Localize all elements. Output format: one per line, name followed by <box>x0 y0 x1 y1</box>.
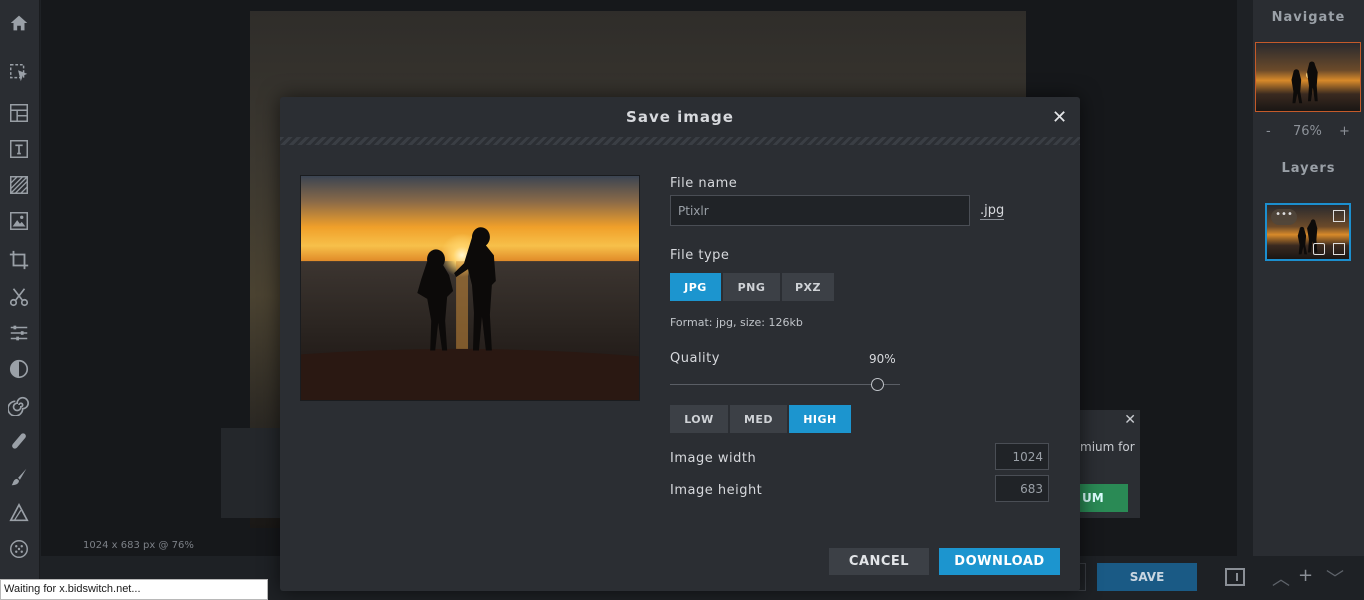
home-icon[interactable] <box>6 10 32 36</box>
layers-title: Layers <box>1281 161 1336 176</box>
healing-icon[interactable] <box>6 428 32 454</box>
shape-icon[interactable] <box>6 500 32 526</box>
chevron-down-icon[interactable]: ﹀ <box>1326 565 1344 591</box>
navigator-thumbnail[interactable] <box>1255 42 1361 112</box>
left-toolbar <box>0 0 40 600</box>
filter-icon[interactable] <box>6 356 32 382</box>
add-layer-icon[interactable]: + <box>1298 565 1313 586</box>
file-name-label: File name <box>670 176 738 191</box>
format-info: Format: jpg, size: 126kb <box>670 316 803 329</box>
right-panel: Navigate - 76% + Layers ••• <box>1253 0 1364 556</box>
ad-placeholder <box>221 428 281 518</box>
browser-status-bar: Waiting for x.bidswitch.net... <box>0 579 268 600</box>
promo-text: mium for <box>1080 440 1135 454</box>
panel-toggle-icon[interactable] <box>1225 568 1245 586</box>
navigator-silhouette <box>1291 61 1318 104</box>
save-button[interactable]: SAVE <box>1097 563 1197 591</box>
layer-options-button[interactable]: ••• <box>1271 209 1297 225</box>
quality-low[interactable]: LOW <box>670 405 728 433</box>
liquify-icon[interactable] <box>6 392 32 418</box>
image-icon[interactable] <box>6 208 32 234</box>
quality-high[interactable]: HIGH <box>789 405 851 433</box>
file-type-jpg[interactable]: JPG <box>670 273 721 301</box>
quality-med[interactable]: MED <box>730 405 787 433</box>
quality-label: Quality <box>670 351 720 366</box>
file-type-label: File type <box>670 248 730 263</box>
close-icon[interactable]: ✕ <box>1052 107 1067 128</box>
image-width-label: Image width <box>670 451 757 466</box>
image-height-input[interactable] <box>995 475 1049 502</box>
navigate-title: Navigate <box>1271 10 1346 25</box>
cancel-button[interactable]: CANCEL <box>829 548 929 575</box>
promo-premium-button[interactable]: UM <box>1080 484 1128 512</box>
crop-icon[interactable] <box>6 247 32 273</box>
layer-visibility-checkbox[interactable] <box>1333 243 1345 255</box>
image-height-label: Image height <box>670 483 763 498</box>
dialog-divider <box>280 137 1080 145</box>
image-status-info: 1024 x 683 px @ 76% <box>83 540 194 551</box>
cutout-icon[interactable] <box>6 284 32 310</box>
image-width-input[interactable] <box>995 443 1049 470</box>
zoom-in-button[interactable]: + <box>1339 124 1350 139</box>
image-preview <box>300 175 640 401</box>
file-extension: .jpg <box>980 203 1005 220</box>
file-type-png[interactable]: PNG <box>723 273 780 301</box>
save-image-dialog: Save image ✕ File name Ptixlr .jpg File … <box>280 97 1080 591</box>
brush-icon[interactable] <box>6 464 32 490</box>
layer-image-icon <box>1333 210 1345 222</box>
chevron-up-icon[interactable]: ︿ <box>1272 565 1290 591</box>
grid-icon[interactable] <box>6 536 32 562</box>
file-type-pxz[interactable]: PXZ <box>782 273 834 301</box>
quality-slider-track[interactable] <box>670 384 900 385</box>
pattern-icon[interactable] <box>6 172 32 198</box>
sunset-couple-photo <box>301 176 639 400</box>
dialog-title: Save image <box>626 108 734 126</box>
promo-close-icon[interactable]: ✕ <box>1124 412 1136 428</box>
text-icon[interactable] <box>6 136 32 162</box>
adjust-icon[interactable] <box>6 320 32 346</box>
file-name-input[interactable] <box>670 195 970 226</box>
download-button[interactable]: DOWNLOAD <box>939 548 1060 575</box>
zoom-out-button[interactable]: - <box>1266 124 1271 139</box>
quality-slider-handle[interactable] <box>870 378 884 391</box>
layer-lock-icon[interactable] <box>1313 243 1325 255</box>
arrange-icon[interactable] <box>6 60 32 86</box>
zoom-level: 76% <box>1293 124 1322 139</box>
quality-value: 90% <box>869 352 896 366</box>
layout-icon[interactable] <box>6 100 32 126</box>
layer-item[interactable]: ••• <box>1265 203 1351 261</box>
